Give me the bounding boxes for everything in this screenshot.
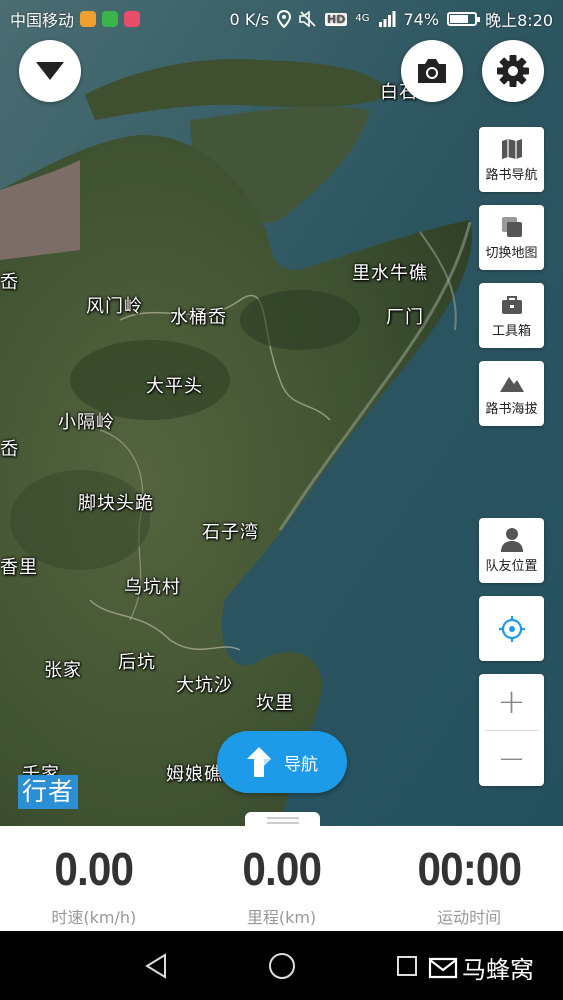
place-label: 石子湾 — [202, 522, 259, 543]
mafengwo-watermark: 马蜂窝 — [428, 950, 534, 985]
status-bar: 中国移动 0 K/s HD 4G 74% 晚上8:20 — [0, 0, 563, 38]
home-button[interactable] — [266, 931, 298, 1000]
place-label: 张家 — [44, 660, 82, 681]
teammate-location-button[interactable]: 队友位置 — [479, 518, 544, 583]
locate-me-button[interactable] — [479, 596, 544, 661]
duration-value: 00:00 — [417, 843, 522, 895]
zoom-control: + − — [479, 674, 544, 786]
navigate-button[interactable]: 导航 — [217, 731, 347, 793]
place-label: 厂门 — [386, 307, 424, 328]
network-speed: 0 K/s — [229, 9, 270, 29]
distance-label: 里程(km) — [246, 908, 317, 927]
place-label: 岙 — [0, 439, 19, 460]
distance-stat: 0.00 里程(km) — [188, 826, 376, 931]
tool-label: 工具箱 — [491, 324, 531, 339]
distance-value: 0.00 — [242, 843, 322, 895]
tool-label: 路书海拔 — [485, 402, 538, 417]
switch-map-button[interactable]: 切换地图 — [479, 205, 544, 270]
turn-arrow-icon — [247, 747, 271, 777]
app-notification-icon — [80, 11, 97, 27]
map-book-icon — [501, 139, 522, 159]
place-label: 香里 — [0, 557, 38, 578]
battery-percent: 74% — [403, 9, 440, 29]
tool-label: 队友位置 — [485, 559, 538, 574]
speed-label: 时速(km/h) — [51, 908, 137, 927]
roadbook-altitude-button[interactable]: 路书海拔 — [479, 361, 544, 426]
recents-square-icon — [397, 955, 417, 976]
navigate-label: 导航 — [284, 754, 318, 775]
clock: 晚上8:20 — [485, 11, 553, 30]
place-label: 风门岭 — [86, 296, 143, 317]
camera-icon — [418, 59, 446, 83]
crosshair-icon — [498, 615, 525, 642]
place-label: 坎里 — [256, 693, 294, 714]
app-notification-icon — [124, 11, 141, 27]
place-label: 脚块头跪 — [78, 493, 154, 514]
battery-icon — [447, 12, 481, 26]
stats-panel: 0.00 时速(km/h) 0.00 里程(km) 00:00 运动时间 — [0, 826, 563, 931]
settings-button[interactable] — [482, 40, 544, 102]
zoom-in-button[interactable]: + — [479, 674, 544, 730]
place-label: 大平头 — [146, 376, 203, 397]
triangle-down-icon — [36, 62, 64, 80]
mute-icon — [299, 11, 316, 27]
signal-icon — [378, 11, 395, 27]
speed-stat: 0.00 时速(km/h) — [0, 826, 188, 931]
dropdown-button[interactable] — [19, 40, 81, 102]
mafengwo-logo-icon — [428, 957, 458, 978]
place-label: 后坑 — [118, 652, 156, 673]
place-label: 岙 — [0, 272, 19, 293]
place-label: 里水牛礁 — [352, 263, 428, 284]
place-label: 大坑沙 — [176, 675, 233, 696]
speed-value: 0.00 — [54, 843, 134, 895]
tool-label: 切换地图 — [485, 246, 538, 261]
duration-stat: 00:00 运动时间 — [375, 826, 563, 931]
place-label: 姆娘礁 — [166, 764, 223, 785]
mountain-icon — [499, 377, 524, 392]
carrier-label: 中国移动 — [10, 11, 75, 30]
home-circle-icon — [269, 952, 295, 979]
place-label: 水桶岙 — [170, 307, 227, 328]
zoom-out-button[interactable]: − — [479, 731, 544, 787]
camera-button[interactable] — [401, 40, 463, 102]
back-triangle-icon — [145, 952, 166, 979]
app-notification-icon — [102, 11, 119, 27]
gear-icon — [497, 55, 529, 87]
location-icon — [277, 10, 292, 28]
place-label: 小隔岭 — [58, 412, 115, 433]
hd-badge: HD — [325, 12, 348, 26]
roadbook-navigation-button[interactable]: 路书导航 — [479, 127, 544, 192]
network-type: 4G — [355, 13, 370, 24]
xingzhe-logo: 行者 — [18, 775, 79, 809]
place-label: 乌坑村 — [124, 577, 181, 598]
recents-button[interactable] — [394, 931, 420, 1000]
mafengwo-brand: 马蜂窝 — [462, 956, 534, 984]
person-icon — [500, 528, 523, 552]
layers-icon — [501, 217, 522, 237]
tool-label: 路书导航 — [485, 168, 538, 183]
briefcase-icon — [501, 296, 522, 314]
toolbox-button[interactable]: 工具箱 — [479, 283, 544, 348]
duration-label: 运动时间 — [437, 908, 502, 927]
back-button[interactable] — [140, 931, 172, 1000]
